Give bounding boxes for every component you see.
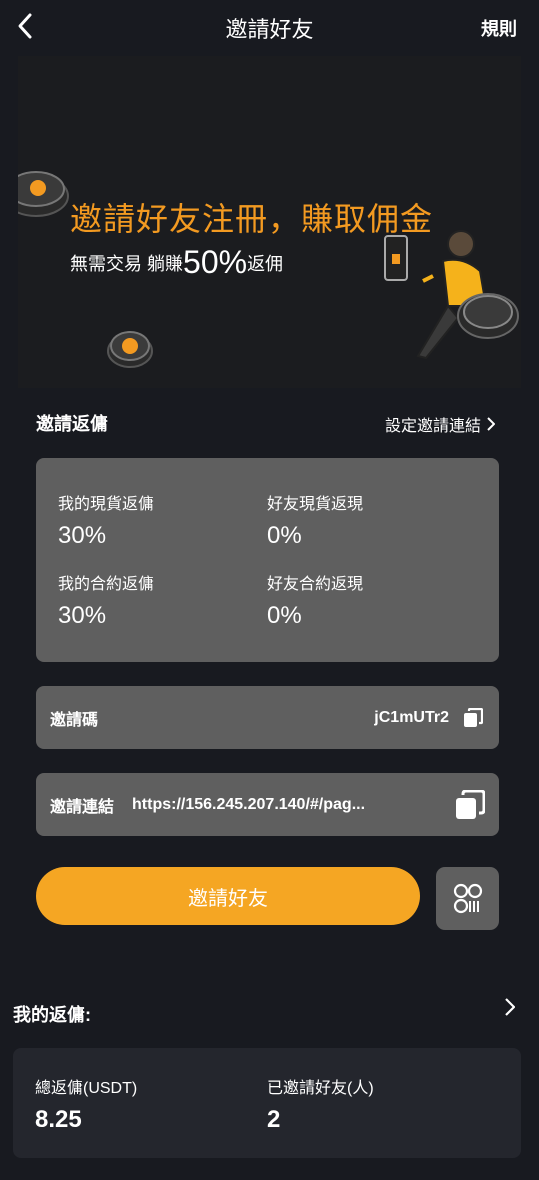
- header-bar: 邀請好友 規則: [0, 0, 539, 52]
- set-invite-link[interactable]: 設定邀請連結: [385, 412, 495, 436]
- total-rebate-label: 總返傭(USDT): [35, 1080, 138, 1097]
- rate-label: 我的合約返傭: [58, 576, 155, 593]
- invite-code-row: 邀請碼 jC1mUTr2: [36, 686, 499, 749]
- banner-headline: 邀請好友注冊，賺取佣金: [70, 201, 434, 237]
- copy-icon[interactable]: [463, 707, 483, 728]
- banner-sub-suffix: 返佣: [247, 254, 284, 274]
- rate-value: 30%: [58, 602, 107, 629]
- rate-label: 好友合約返現: [267, 576, 364, 593]
- rate-value: 0%: [267, 602, 302, 629]
- invited-count-label: 已邀請好友(人): [267, 1080, 374, 1097]
- rebate-rates-card: 我的現貨返傭 30% 好友現貨返現 0% 我的合約返傭 30% 好友合約返現 0…: [36, 458, 499, 662]
- set-invite-link-label: 設定邀請連結: [384, 418, 481, 435]
- rebate-section-title: 邀請返傭: [36, 414, 108, 434]
- banner-sub-prefix: 無需交易 躺賺: [70, 254, 184, 274]
- chevron-right-icon: [487, 417, 495, 431]
- promo-banner: 邀請好友注冊，賺取佣金 無需交易 躺賺50%返佣: [18, 56, 521, 388]
- qr-icon: [453, 883, 482, 913]
- rate-value: 0%: [267, 522, 302, 549]
- invited-count-value: 2: [267, 1106, 281, 1133]
- page-title: 邀請好友: [225, 17, 314, 42]
- banner-sub-percent: 50%: [183, 244, 248, 280]
- rate-value: 30%: [58, 522, 107, 549]
- invite-link-value: https://156.245.207.140/#/pag...: [132, 795, 366, 813]
- rate-label: 好友現貨返現: [267, 496, 364, 513]
- copy-icon[interactable]: [455, 789, 485, 820]
- invite-link-label: 邀請連結: [50, 798, 115, 816]
- qr-code-button[interactable]: [436, 867, 499, 930]
- rules-link[interactable]: 規則: [481, 15, 517, 41]
- total-rebate-value: 8.25: [35, 1106, 82, 1133]
- banner-subtitle: 無需交易 躺賺50%返佣: [70, 244, 283, 281]
- my-rebate-title: 我的返傭:: [13, 1005, 91, 1025]
- invite-code-value: jC1mUTr2: [374, 708, 449, 726]
- chevron-right-icon[interactable]: [505, 998, 516, 1021]
- invite-link-row: 邀請連結 https://156.245.207.140/#/pag...: [36, 773, 499, 836]
- invite-friends-button[interactable]: 邀請好友: [36, 867, 420, 925]
- rebate-summary-card: 總返傭(USDT) 8.25 已邀請好友(人) 2: [13, 1048, 521, 1158]
- rate-label: 我的現貨返傭: [58, 496, 155, 513]
- invite-code-label: 邀請碼: [50, 711, 99, 729]
